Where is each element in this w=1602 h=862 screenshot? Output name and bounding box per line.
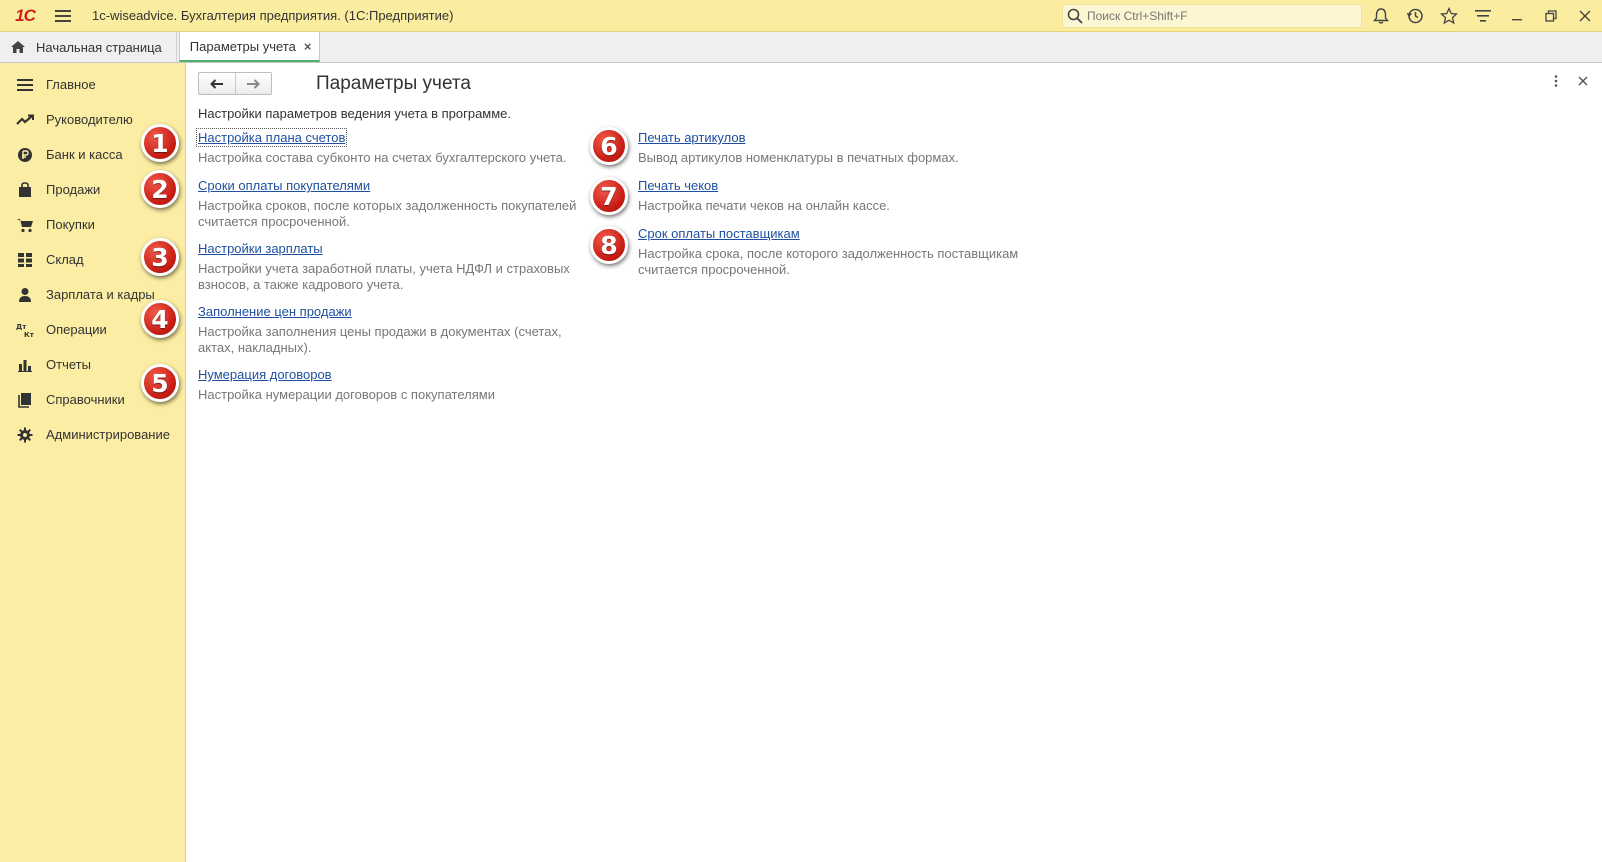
bell-icon[interactable] [1364,0,1398,32]
sidebar-item-admin[interactable]: Администрирование [0,417,185,452]
main-menu-icon[interactable] [48,0,78,32]
title-bar: 1С 1c-wiseadvice. Бухгалтерия предприяти… [0,0,1602,32]
link-salary-settings[interactable]: Настройки зарплаты [198,241,323,256]
link-contract-numbering[interactable]: Нумерация договоров [198,367,332,382]
bag-icon [16,181,34,199]
annotation-badge: 4 [141,300,179,338]
forward-button[interactable] [234,73,272,94]
param-description: Вывод артикулов номенклатуры в печатных … [638,150,959,165]
arrow-left-icon [209,78,223,89]
param-contract-numbering: Нумерация договоров Настройка нумерации … [198,367,578,403]
tab-home[interactable]: Начальная страница [0,32,177,62]
param-description: Настройка заполнения цены продажи в доку… [198,324,562,355]
sidebar-item-label: Покупки [46,217,95,232]
gear-icon [16,426,34,444]
sidebar-item-main[interactable]: Главное [0,67,185,102]
sidebar-item-label: Операции [46,322,107,337]
minimize-icon[interactable] [1500,0,1534,32]
param-description: Настройка состава субконто на счетах бух… [198,150,567,165]
svg-text:Кт: Кт [24,331,34,338]
annotation-badge: 1 [141,124,179,162]
home-icon [10,40,26,54]
restore-icon[interactable] [1534,0,1568,32]
param-customer-payment-terms: Сроки оплаты покупателями Настройка срок… [198,178,578,230]
svg-text:Дт: Дт [16,323,27,331]
sidebar-item-purchases[interactable]: Покупки [0,207,185,242]
filter-menu-icon[interactable] [1466,0,1500,32]
tab-accounting-parameters[interactable]: Параметры учета × [178,32,321,62]
param-description: Настройка сроков, после которых задолжен… [198,198,577,229]
sidebar-item-label: Администрирование [46,427,170,442]
window-title: 1c-wiseadvice. Бухгалтерия предприятия. … [92,8,454,23]
tab-close-icon[interactable]: × [304,39,312,54]
arrow-right-icon [247,78,261,89]
annotation-badge: 2 [141,170,179,208]
param-salary-settings: Настройки зарплаты Настройки учета зараб… [198,241,578,293]
param-description: Настройки учета заработной платы, учета … [198,261,570,292]
link-sales-prices[interactable]: Заполнение цен продажи [198,304,352,319]
sidebar-item-label: Банк и касса [46,147,123,162]
param-sales-prices: Заполнение цен продажи Настройка заполне… [198,304,578,356]
search-box[interactable] [1062,4,1362,28]
tabs-bar: Начальная страница Параметры учета × [0,32,1602,63]
param-supplier-payment-terms: Срок оплаты поставщикам Настройка срока,… [638,226,1028,278]
link-chart-of-accounts[interactable]: Настройка плана счетов [195,128,348,147]
page-title: Параметры учета [316,73,471,94]
cart-icon [16,216,34,234]
close-window-icon[interactable] [1568,0,1602,32]
tab-active-label: Параметры учета [189,38,296,54]
param-chart-of-accounts: Настройка плана счетов Настройка состава… [195,128,578,166]
annotation-badge: 6 [590,127,628,165]
sidebar-item-label: Отчеты [46,357,91,372]
search-input[interactable] [1087,9,1347,23]
param-print-receipts: Печать чеков Настройка печати чеков на о… [638,178,1028,214]
page-subtitle: Настройки параметров ведения учета в про… [198,106,512,121]
more-actions-icon[interactable] [1554,75,1558,87]
annotation-badge: 8 [590,226,628,264]
person-icon [16,286,34,304]
trend-icon [16,111,34,129]
search-icon [1067,8,1083,24]
close-form-icon[interactable] [1578,75,1588,87]
dtkt-icon: Дт Кт [16,321,34,339]
app-logo[interactable]: 1С [8,0,42,32]
ruble-icon [16,146,34,164]
sidebar-item-label: Склад [46,252,84,267]
param-description: Настройка срока, после которого задолжен… [638,246,1019,277]
sidebar-item-label: Руководителю [46,112,133,127]
sidebar-item-label: Зарплата и кадры [46,287,155,302]
annotation-badge: 3 [141,238,179,276]
annotation-badge: 5 [141,364,179,402]
param-print-articles: Печать артикулов Вывод артикулов номенкл… [638,130,1028,166]
back-button[interactable] [199,73,235,94]
grid-icon [16,251,34,269]
link-print-articles[interactable]: Печать артикулов [638,130,746,145]
annotation-badge: 7 [590,177,628,215]
link-customer-payment-terms[interactable]: Сроки оплаты покупателями [198,178,370,193]
favorites-star-icon[interactable] [1432,0,1466,32]
list-icon [16,76,34,94]
param-description: Настройка нумерации договоров с покупате… [198,387,495,402]
main-content: Параметры учета Настройки параметров вед… [186,63,1602,862]
link-print-receipts[interactable]: Печать чеков [638,178,718,193]
history-nav [198,72,272,95]
tab-home-label: Начальная страница [36,39,162,55]
sidebar-item-label: Справочники [46,392,125,407]
history-icon[interactable] [1398,0,1432,32]
link-supplier-payment-terms[interactable]: Срок оплаты поставщикам [638,226,800,241]
sidebar-item-label: Главное [46,77,96,92]
param-description: Настройка печати чеков на онлайн кассе. [638,198,890,213]
bar-chart-icon [16,356,34,374]
book-icon [16,391,34,409]
sidebar-item-label: Продажи [46,182,101,197]
